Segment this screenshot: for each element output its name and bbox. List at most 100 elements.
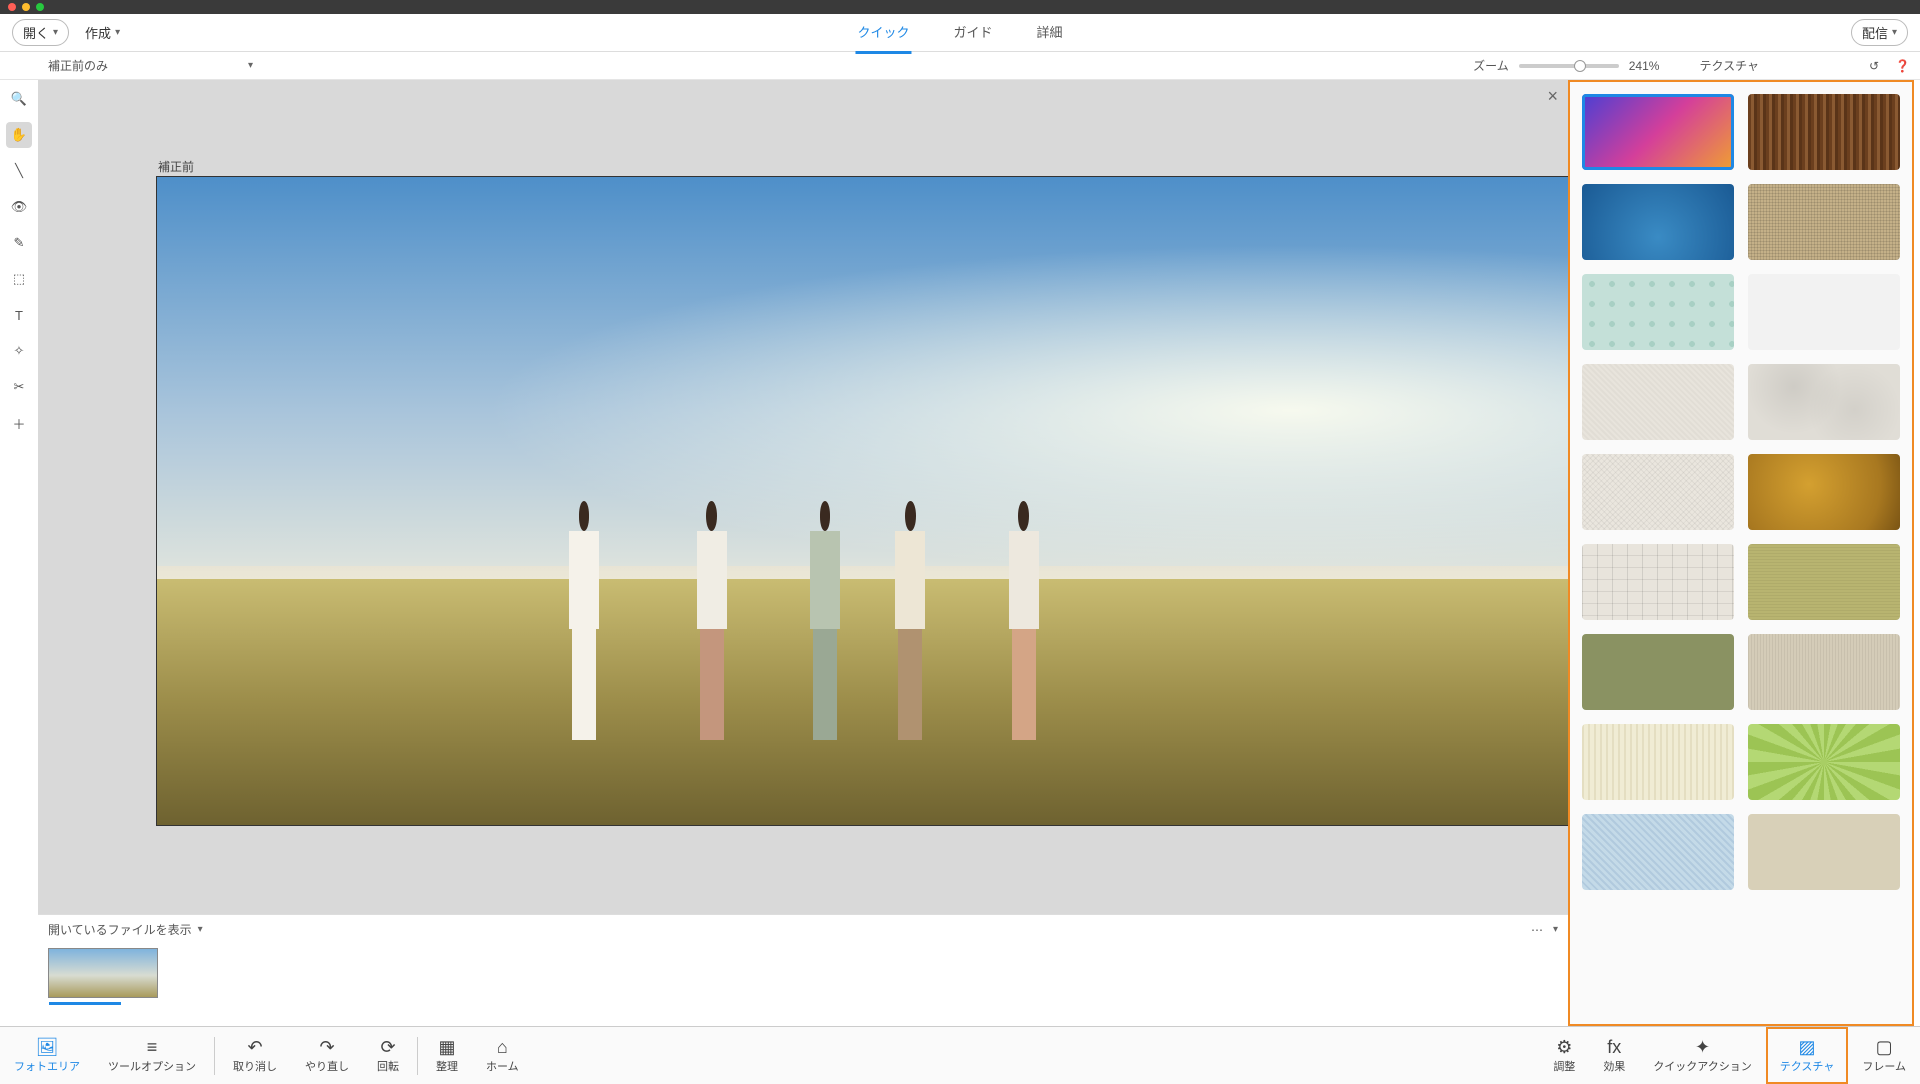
chevron-down-icon[interactable]: ▾ <box>1553 924 1558 935</box>
redo-button[interactable]: ↷やり直し <box>291 1027 363 1084</box>
texture-burlap[interactable] <box>1748 184 1900 260</box>
chevron-down-icon: ▾ <box>1892 27 1897 38</box>
text-tool[interactable]: T <box>6 302 32 328</box>
texture-cream-stripe[interactable] <box>1582 724 1734 800</box>
eye-tool[interactable]: 👁 <box>6 194 32 220</box>
top-toolbar: 開く ▾ 作成 ▾ クイック ガイド 詳細 配信 ▾ <box>0 14 1920 52</box>
zoom-slider[interactable] <box>1519 64 1619 68</box>
maximize-window-icon[interactable] <box>36 3 44 11</box>
tool-options-label: ツールオプション <box>108 1058 196 1074</box>
home-button[interactable]: ⌂ホーム <box>472 1027 533 1084</box>
rotate-icon: ⟳ <box>380 1038 395 1056</box>
photo-canvas[interactable] <box>156 176 1576 826</box>
textures-label: テクスチャ <box>1780 1058 1835 1074</box>
frames-button[interactable]: ▢ フレーム <box>1848 1027 1920 1084</box>
minimize-window-icon[interactable] <box>22 3 30 11</box>
reset-icon[interactable]: ↺ <box>1869 59 1879 73</box>
tab-detail[interactable]: 詳細 <box>1035 12 1065 54</box>
left-tool-strip: 🔍 ✋ ╲ 👁 ✎ ⬚ T ✧ ✂ ＋ <box>0 80 38 436</box>
frames-label: フレーム <box>1862 1058 1906 1074</box>
view-mode-value: 補正前のみ <box>48 57 108 74</box>
texture-panel <box>1568 80 1914 1026</box>
separator <box>417 1037 418 1075</box>
frames-icon: ▢ <box>1876 1038 1893 1056</box>
texture-gradient[interactable] <box>1582 94 1734 170</box>
brush-tool[interactable]: ✎ <box>6 230 32 256</box>
heal-tool[interactable]: ✧ <box>6 338 32 364</box>
home-label: ホーム <box>486 1058 519 1074</box>
texture-linen[interactable] <box>1748 634 1900 710</box>
hand-tool[interactable]: ✋ <box>6 122 32 148</box>
separator <box>214 1037 215 1075</box>
texture-wood[interactable] <box>1748 94 1900 170</box>
undo-icon: ↶ <box>247 1038 262 1056</box>
redo-label: やり直し <box>305 1058 349 1074</box>
thumbnail[interactable] <box>48 948 158 998</box>
view-mode-select[interactable]: 補正前のみ ▾ <box>48 57 253 74</box>
create-label: 作成 <box>85 23 111 42</box>
texture-white[interactable] <box>1748 274 1900 350</box>
photo-area-label: フォトエリア <box>14 1058 80 1074</box>
texture-sage[interactable] <box>1582 634 1734 710</box>
photo-area-button[interactable]: 🖼 フォトエリア <box>0 1027 94 1084</box>
texture-olive[interactable] <box>1748 544 1900 620</box>
share-button[interactable]: 配信 ▾ <box>1851 19 1908 46</box>
panel-title: テクスチャ <box>1699 57 1759 74</box>
organize-button[interactable]: ▦整理 <box>422 1027 472 1084</box>
quick-select-tool[interactable]: ╲ <box>6 158 32 184</box>
close-icon[interactable]: × <box>1547 86 1558 107</box>
canvas-area: × 補正前 <box>38 80 1568 914</box>
rotate-button[interactable]: ⟳回転 <box>363 1027 413 1084</box>
photobin-header[interactable]: 開いているファイルを表示 <box>48 921 192 938</box>
texture-blue-cloud[interactable] <box>1582 184 1734 260</box>
crop-tool[interactable]: ✂ <box>6 374 32 400</box>
effects-button[interactable]: fx 効果 <box>1589 1027 1639 1084</box>
textures-button[interactable]: ▨ テクスチャ <box>1766 1027 1849 1084</box>
tool-options-button[interactable]: ≡ツールオプション <box>94 1027 210 1084</box>
quick-actions-icon: ✦ <box>1695 1038 1710 1056</box>
more-icon[interactable]: ⋯ <box>1531 923 1545 937</box>
organize-label: 整理 <box>436 1058 458 1074</box>
adjust-icon: ⚙ <box>1556 1038 1572 1056</box>
undo-label: 取り消し <box>233 1058 277 1074</box>
texture-green-burst[interactable] <box>1748 724 1900 800</box>
chevron-down-icon: ▾ <box>115 27 120 38</box>
open-button[interactable]: 開く ▾ <box>12 19 69 46</box>
tab-quick[interactable]: クイック <box>855 12 911 54</box>
options-bar: 補正前のみ ▾ ズーム 241% テクスチャ ↺ ❓ <box>0 52 1920 80</box>
close-window-icon[interactable] <box>8 3 16 11</box>
share-label: 配信 <box>1862 23 1888 42</box>
texture-crumpled[interactable] <box>1748 364 1900 440</box>
add-tool[interactable]: ＋ <box>6 410 32 436</box>
undo-button[interactable]: ↶ 取り消し <box>219 1027 291 1084</box>
quick-actions-button[interactable]: ✦ クイックアクション <box>1639 1027 1765 1084</box>
chevron-down-icon: ▾ <box>248 60 253 71</box>
texture-blue-weave[interactable] <box>1582 814 1734 890</box>
texture-canvas[interactable] <box>1582 454 1734 530</box>
chevron-down-icon: ▾ <box>53 27 58 38</box>
before-label: 補正前 <box>158 158 194 175</box>
tab-guide[interactable]: ガイド <box>951 12 994 54</box>
photo-area-icon: 🖼 <box>36 1038 59 1056</box>
zoom-knob[interactable] <box>1574 60 1586 72</box>
textures-icon: ▨ <box>1799 1038 1816 1056</box>
zoom-controls: ズーム 241% テクスチャ ↺ ❓ <box>1473 57 1910 74</box>
texture-gold[interactable] <box>1748 454 1900 530</box>
mode-tabs: クイック ガイド 詳細 <box>855 12 1064 54</box>
zoom-label: ズーム <box>1473 57 1509 74</box>
adjust-button[interactable]: ⚙調整 <box>1539 1027 1589 1084</box>
create-button[interactable]: 作成 ▾ <box>85 23 120 42</box>
stamp-tool[interactable]: ⬚ <box>6 266 32 292</box>
effects-icon: fx <box>1607 1038 1621 1056</box>
texture-extra[interactable] <box>1748 814 1900 890</box>
effects-label: 効果 <box>1603 1058 1625 1074</box>
zoom-tool[interactable]: 🔍 <box>6 86 32 112</box>
quick-actions-label: クイックアクション <box>1653 1058 1751 1074</box>
chevron-down-icon[interactable]: ▾ <box>198 924 203 935</box>
photo-bin: 開いているファイルを表示 ▾ ⋯ ▾ <box>38 914 1568 1026</box>
bottom-action-bar: 🖼フォトエリア≡ツールオプション↶取り消し↷やり直し⟳回転▦整理⌂ホーム⚙調整f… <box>0 1026 1920 1084</box>
texture-paper[interactable] <box>1582 364 1734 440</box>
help-icon[interactable]: ❓ <box>1895 59 1910 73</box>
texture-crackle[interactable] <box>1582 544 1734 620</box>
texture-mint-leaf[interactable] <box>1582 274 1734 350</box>
